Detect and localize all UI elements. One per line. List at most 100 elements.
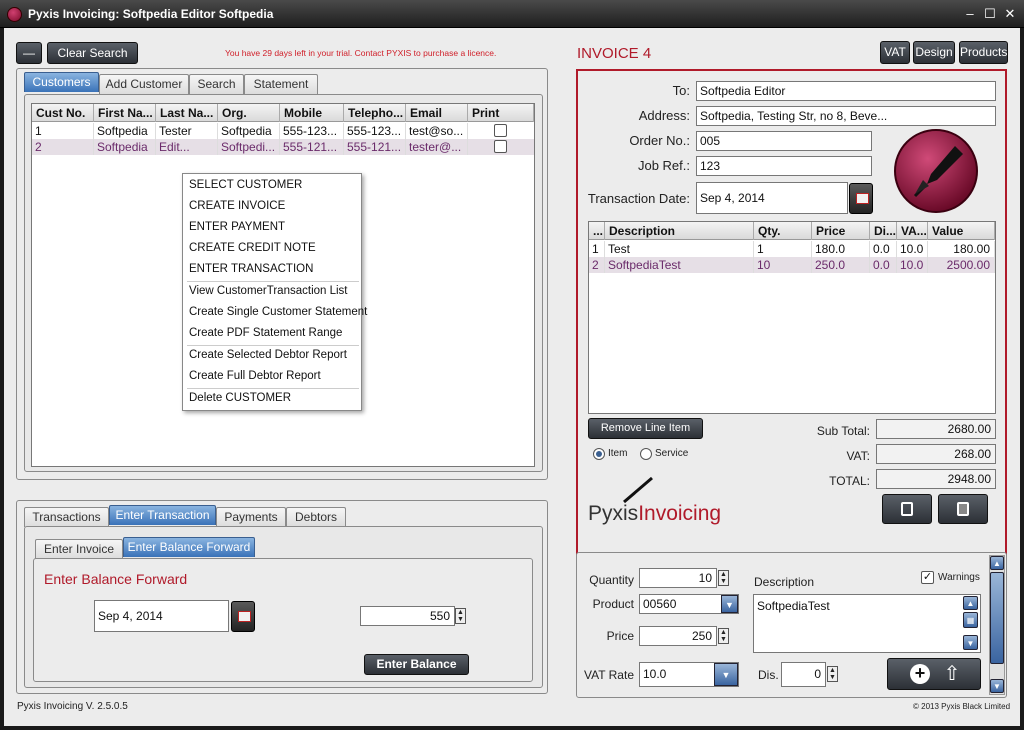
table-row[interactable]: 1 Test 1 180.0 0.0 10.0 180.00 [589,241,995,257]
pen-logo-icon [894,129,978,213]
discount-stepper-icon[interactable]: ▲ ▼ [827,666,838,682]
col-header[interactable]: Email [406,104,468,122]
tab-enter-balance-forward[interactable]: Enter Balance Forward [123,537,255,557]
cell-value: 180.00 [928,241,995,257]
menu-create-credit-note[interactable]: CREATE CREDIT NOTE [189,242,316,254]
menu-select-customer[interactable]: SELECT CUSTOMER [189,179,302,191]
cell-cust-no: 1 [32,123,94,139]
tab-customers[interactable]: Customers [24,72,99,92]
clear-search-button[interactable]: Clear Search [47,42,138,64]
col-header[interactable]: Value [928,222,995,240]
item-radio[interactable] [593,448,605,460]
col-header[interactable]: Di... [870,222,897,240]
warnings-checkbox[interactable]: ✓ [921,571,934,584]
amount-stepper-icon[interactable]: ▲ ▼ [455,608,466,624]
cell-discount: 0.0 [870,257,897,273]
products-button[interactable]: Products [959,41,1008,64]
vat-button[interactable]: VAT [880,41,910,64]
col-header[interactable]: VA... [897,222,928,240]
collapse-button[interactable]: — [16,42,42,64]
discount-field[interactable]: 0 [781,662,826,687]
col-header[interactable]: Org. [218,104,280,122]
tab-enter-invoice[interactable]: Enter Invoice [35,539,123,559]
balance-date-field[interactable]: Sep 4, 2014 [94,600,229,632]
col-header[interactable]: Description [605,222,754,240]
menu-create-invoice[interactable]: CREATE INVOICE [189,200,285,212]
cell-email: tester@... [406,139,468,155]
menu-selected-debtor-report[interactable]: Create Selected Debtor Report [189,349,347,361]
transaction-date-field[interactable]: Sep 4, 2014 [696,182,848,214]
menu-pdf-statement-range[interactable]: Create PDF Statement Range [189,327,342,339]
menu-separator [187,345,359,346]
description-field[interactable]: SoftpediaTest [753,594,981,653]
table-row[interactable]: 1 Softpedia Tester Softpedia 555-123... … [32,123,534,139]
tab-enter-transaction[interactable]: Enter Transaction [109,505,216,525]
col-header[interactable]: Price [812,222,870,240]
table-row[interactable]: 2 SoftpediaTest 10 250.0 0.0 10.0 2500.0… [589,257,995,273]
col-header[interactable]: First Na... [94,104,156,122]
transaction-date-label: Transaction Date: [587,191,690,206]
tab-debtors[interactable]: Debtors [286,507,346,527]
version-text: Pyxis Invoicing V. 2.5.0.5 [17,701,128,712]
service-radio[interactable] [640,448,652,460]
tab-add-customer[interactable]: Add Customer [99,74,189,94]
save-button[interactable] [938,494,988,524]
scroll-down-icon[interactable]: ▼ [963,635,978,650]
order-field[interactable]: 005 [696,131,872,151]
menu-separator [187,388,359,389]
col-header[interactable]: Telepho... [344,104,406,122]
cell-vat: 10.0 [897,241,928,257]
enter-balance-button[interactable]: Enter Balance [364,654,469,675]
balance-amount-field[interactable]: 550 [360,606,455,626]
warnings-label: Warnings [938,572,980,583]
grid-icon[interactable]: ▦ [963,612,978,628]
scrollbar-thumb[interactable] [990,572,1004,664]
address-field[interactable]: Softpedia, Testing Str, no 8, Beve... [696,106,996,126]
calendar-icon[interactable] [231,601,255,632]
tab-statement[interactable]: Statement [244,74,318,94]
col-header[interactable]: Last Na... [156,104,218,122]
print-checkbox[interactable] [494,124,507,137]
col-header[interactable]: ... [589,222,605,240]
remove-line-item-button[interactable]: Remove Line Item [588,418,703,439]
menu-single-statement[interactable]: Create Single Customer Statement [189,306,367,318]
scroll-up-icon[interactable]: ▲ [990,556,1004,570]
chevron-down-icon[interactable]: ▼ [714,663,738,686]
menu-full-debtor-report[interactable]: Create Full Debtor Report [189,370,321,382]
invoice-lines-table: ... Description Qty. Price Di... VA... V… [588,221,996,414]
quantity-field[interactable]: 10 [639,568,717,588]
print-button[interactable] [882,494,932,524]
col-header[interactable]: Print [468,104,534,122]
maximize-button[interactable]: ☐ [982,6,998,22]
chevron-down-icon[interactable]: ▼ [721,595,738,613]
col-header[interactable]: Qty. [754,222,812,240]
tab-transactions[interactable]: Transactions [24,507,109,527]
address-label: Address: [638,108,690,123]
scroll-up-icon[interactable]: ▲ [963,596,978,610]
vat-total-label: VAT: [846,449,870,463]
menu-delete-customer[interactable]: Delete CUSTOMER [189,392,291,404]
col-header[interactable]: Cust No. [32,104,94,122]
menu-enter-transaction[interactable]: ENTER TRANSACTION [189,263,313,275]
quantity-stepper-icon[interactable]: ▲ ▼ [718,570,729,586]
tab-payments[interactable]: Payments [216,507,286,527]
design-button[interactable]: Design [913,41,955,64]
col-header[interactable]: Mobile [280,104,344,122]
minimize-button[interactable]: – [962,6,978,22]
menu-enter-payment[interactable]: ENTER PAYMENT [189,221,285,233]
cell-price: 250.0 [812,257,870,273]
job-field[interactable]: 123 [696,156,872,176]
print-checkbox[interactable] [494,140,507,153]
menu-view-transaction-list[interactable]: View CustomerTransaction List [189,285,348,297]
table-row[interactable]: 2 Softpedia Edit... Softpedi... 555-121.… [32,139,534,155]
scroll-down-icon[interactable]: ▼ [990,679,1004,693]
calendar-icon[interactable] [849,183,873,214]
balance-heading: Enter Balance Forward [44,571,188,587]
close-button[interactable]: ✕ [1002,6,1018,22]
add-line-item-button[interactable]: + ⇧ [887,658,981,690]
tab-search[interactable]: Search [189,74,244,94]
cell-org: Softpedi... [218,139,280,155]
price-stepper-icon[interactable]: ▲ ▼ [718,628,729,644]
price-field[interactable]: 250 [639,626,717,646]
to-field[interactable]: Softpedia Editor [696,81,996,101]
